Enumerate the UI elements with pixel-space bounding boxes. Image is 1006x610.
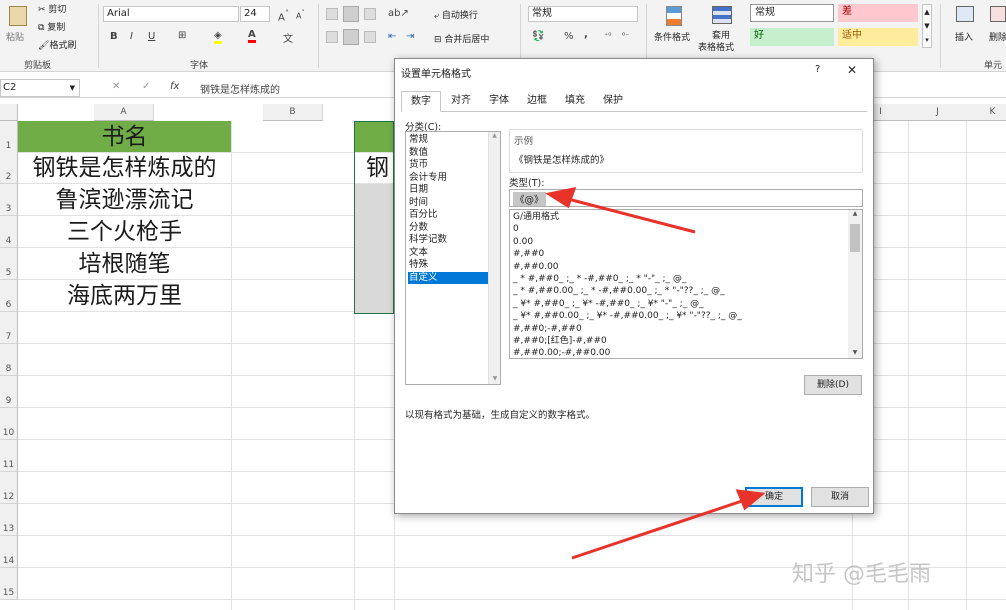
arrow-to-type-field [545, 187, 696, 234]
watermark: 知乎 @毛毛雨 [792, 562, 931, 587]
tab-0[interactable]: 数字 [401, 91, 441, 112]
annotation-arrows [545, 187, 766, 560]
arrow-to-ok-button [571, 489, 766, 560]
